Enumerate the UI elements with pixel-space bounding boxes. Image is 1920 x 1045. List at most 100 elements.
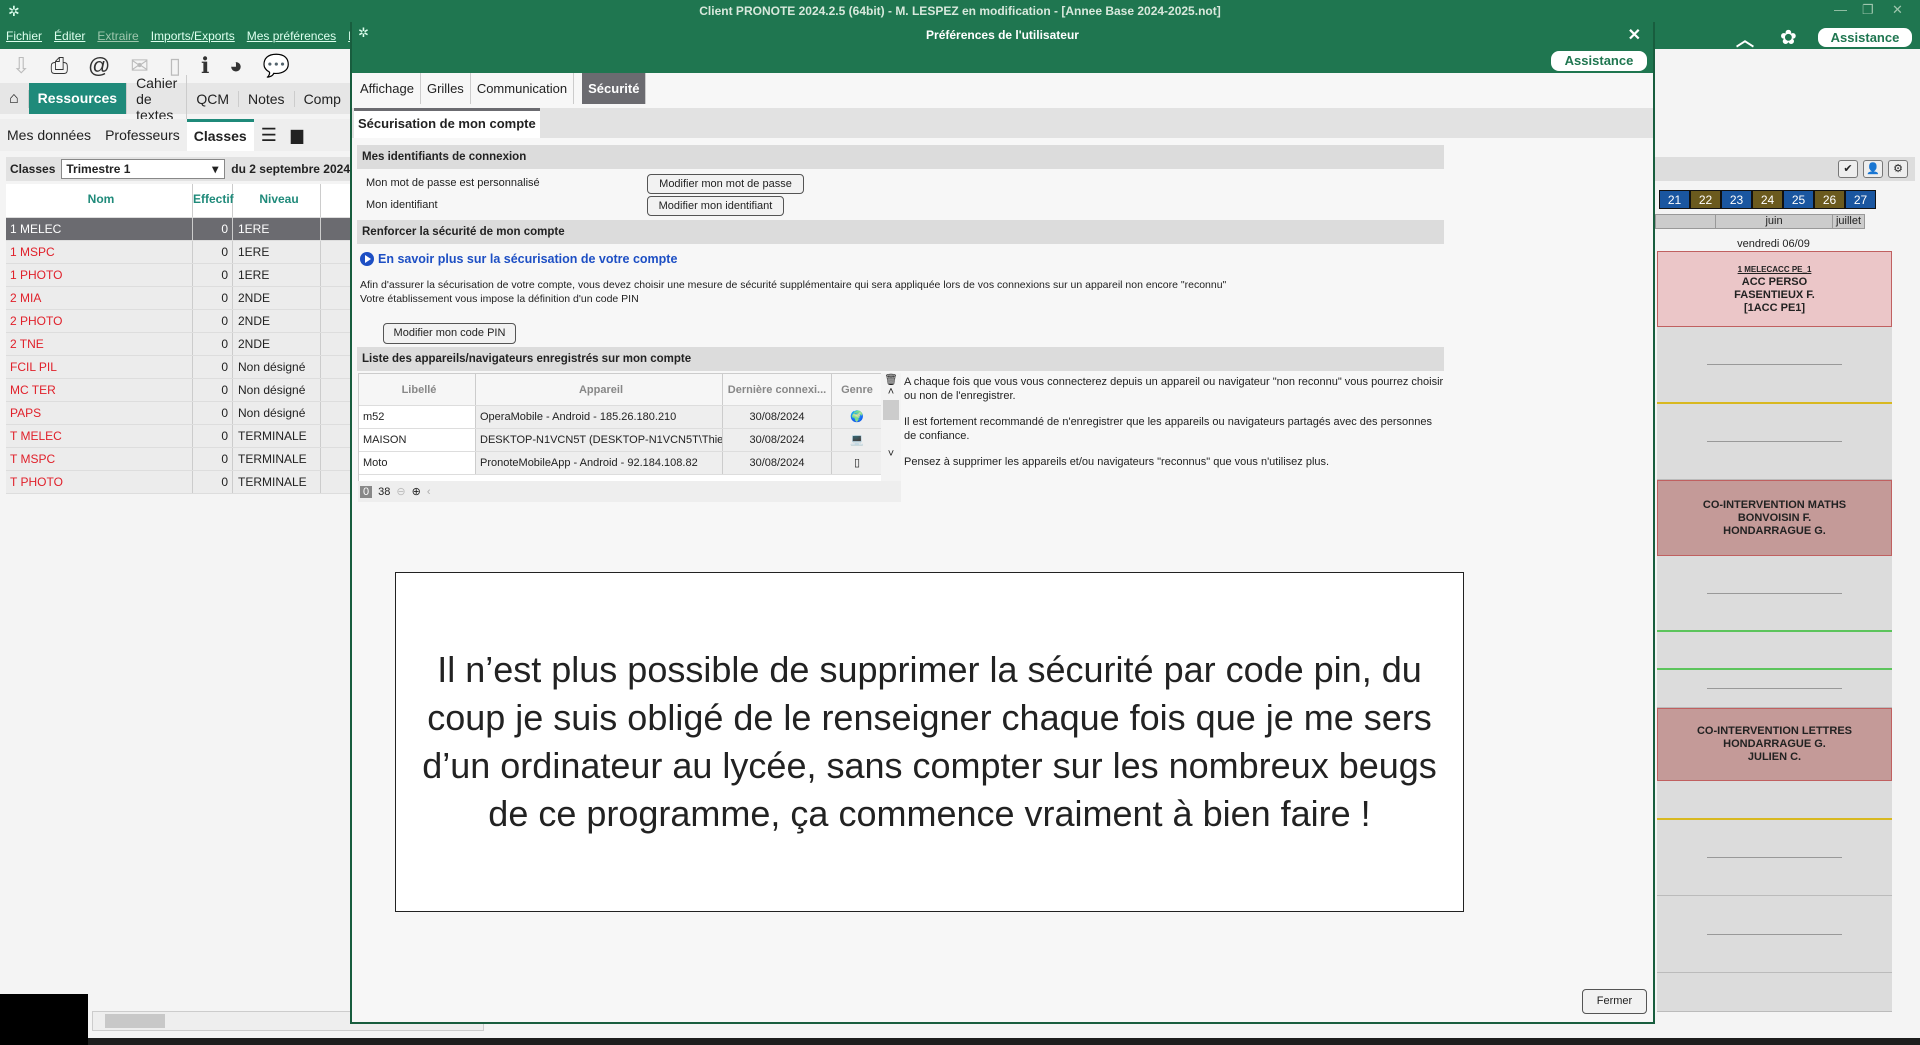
dialog-assistance-button[interactable]: Assistance xyxy=(1551,51,1647,71)
week-26[interactable]: 26 xyxy=(1814,190,1845,209)
course-block[interactable]: CO-INTERVENTION LETTRES HONDARRAGUE G. JUL… xyxy=(1657,708,1892,781)
empty-slot[interactable] xyxy=(1657,670,1892,708)
empty-slot[interactable] xyxy=(1657,973,1892,1012)
shirt-check-icon[interactable]: ✔ xyxy=(1838,160,1858,178)
tab-communication[interactable]: Communication xyxy=(471,73,575,104)
course-block[interactable]: CO-INTERVENTION MATHS BONVOISIN F. HONDARR… xyxy=(1657,480,1892,556)
table-row[interactable]: 2 PHOTO 0 2NDE xyxy=(6,310,350,333)
empty-slot[interactable] xyxy=(1657,556,1892,632)
class-name: MC TER xyxy=(6,379,193,401)
column-niveau[interactable]: Niveau xyxy=(233,184,321,217)
table-row[interactable]: m52 OperaMobile - Android - 185.26.180.21… xyxy=(359,406,900,429)
email-icon[interactable]: @ xyxy=(88,53,110,79)
butterfly-icon[interactable]: ✿ xyxy=(1780,25,1797,50)
column-appareil[interactable]: Appareil xyxy=(476,374,723,405)
table-row[interactable]: 1 MELEC 0 1ERE xyxy=(6,218,350,241)
folder-icon[interactable]: ▆ xyxy=(284,125,310,145)
tab-professeurs[interactable]: Professeurs xyxy=(98,127,187,143)
person-icon[interactable]: 👤 xyxy=(1863,160,1883,178)
tab-classes[interactable]: Classes xyxy=(186,119,254,151)
section-securisation[interactable]: Sécurisation de mon compte xyxy=(354,108,540,138)
learn-more-link[interactable]: En savoir plus sur la sécurisation de vo… xyxy=(360,252,677,266)
column-nom[interactable]: Nom xyxy=(6,184,193,217)
week-25[interactable]: 25 xyxy=(1783,190,1814,209)
table-row[interactable]: MC TER 0 Non désigné xyxy=(6,379,350,402)
table-row[interactable]: 2 TNE 0 2NDE xyxy=(6,333,350,356)
table-row[interactable]: T MELEC 0 TERMINALE xyxy=(6,425,350,448)
column-genre[interactable]: Genre xyxy=(832,374,882,405)
nav-cahier-de-textes[interactable]: Cahier de textes xyxy=(127,74,188,123)
empty-slot[interactable] xyxy=(1657,404,1892,480)
tab-grilles[interactable]: Grilles xyxy=(421,73,471,104)
table-row[interactable]: FCIL PIL 0 Non désigné xyxy=(6,356,350,379)
column-effectif[interactable]: Effectif xyxy=(193,184,234,217)
close-icon[interactable]: ✕ xyxy=(1628,25,1641,45)
pie-chart-icon[interactable]: ◕ xyxy=(229,53,242,79)
minimize-icon[interactable]: — xyxy=(1834,2,1847,17)
tab-mes-donnees[interactable]: Mes données xyxy=(0,127,98,143)
empty-slot[interactable] xyxy=(1657,327,1892,404)
table-row[interactable]: T MSPC 0 TERMINALE xyxy=(6,448,350,471)
table-row[interactable]: Moto PronoteMobileApp - Android - 92.184.… xyxy=(359,452,900,475)
class-name: T MELEC xyxy=(6,425,193,447)
column-libelle[interactable]: Libellé xyxy=(359,374,476,405)
week-22[interactable]: 22 xyxy=(1690,190,1721,209)
device-last-connection: 30/08/2024 xyxy=(723,452,832,474)
zoom-in-icon[interactable]: ⊕ xyxy=(412,485,421,498)
menu-importsexports[interactable]: Imports/Exports xyxy=(151,29,235,47)
zoom-out-icon[interactable]: ⊖ xyxy=(396,485,405,498)
week-27[interactable]: 27 xyxy=(1845,190,1876,209)
trash-icon[interactable]: 🗑 xyxy=(881,373,901,386)
month-juin: juin xyxy=(1716,215,1833,228)
menu-fichier[interactable]: Fichier xyxy=(6,29,42,47)
print-icon[interactable]: ⎙ xyxy=(50,53,68,79)
modify-identifier-button[interactable]: Modifier mon identifiant xyxy=(647,196,784,216)
week-24[interactable]: 24 xyxy=(1752,190,1783,209)
menu-diter[interactable]: Éditer xyxy=(54,29,85,47)
close-window-icon[interactable]: ✕ xyxy=(1892,2,1903,18)
scroll-down-icon[interactable]: ˅ xyxy=(881,448,901,460)
annotation-box: Il n’est plus possible de supprimer la s… xyxy=(395,572,1464,912)
course-line: HONDARRAGUE G. xyxy=(1723,738,1826,750)
week-23[interactable]: 23 xyxy=(1721,190,1752,209)
column-derniere-connexion[interactable]: Dernière connexi... xyxy=(723,374,832,405)
list-icon[interactable]: ☰ xyxy=(254,125,284,146)
settings-gear-icon[interactable]: ⚙ xyxy=(1888,160,1908,178)
table-row[interactable]: 1 PHOTO 0 1ERE xyxy=(6,264,350,287)
table-row[interactable]: 1 MSPC 0 1ERE xyxy=(6,241,350,264)
scroll-up-icon[interactable]: ˄ xyxy=(881,386,901,398)
menu-mesprfrences[interactable]: Mes préférences xyxy=(247,29,336,47)
table-row[interactable]: 2 MIA 0 2NDE xyxy=(6,287,350,310)
modify-pin-button[interactable]: Modifier mon code PIN xyxy=(383,323,516,344)
empty-slot[interactable] xyxy=(1657,781,1892,820)
table-row[interactable]: MAISON DESKTOP-N1VCN5T (DESKTOP-N1VCN5T\T… xyxy=(359,429,900,452)
nav-notes[interactable]: Notes xyxy=(239,90,295,107)
assistance-button[interactable]: Assistance xyxy=(1818,28,1912,47)
week-21[interactable]: 21 xyxy=(1659,190,1690,209)
empty-slot[interactable] xyxy=(1657,896,1892,973)
empty-slot[interactable] xyxy=(1657,632,1892,670)
period-select[interactable]: Trimestre 1 xyxy=(61,159,226,179)
course-block[interactable]: 1 MELECACC PE_1 ACC PERSO FASENTIEUX F. [1A… xyxy=(1657,251,1892,327)
tab-securite[interactable]: Sécurité xyxy=(582,73,647,104)
modify-password-button[interactable]: Modifier mon mot de passe xyxy=(647,174,804,194)
home-icon[interactable]: ⌂ xyxy=(0,89,29,108)
close-button[interactable]: Fermer xyxy=(1582,989,1647,1014)
empty-slot[interactable] xyxy=(1657,820,1892,896)
table-row[interactable]: PAPS 0 Non désigné xyxy=(6,402,350,425)
nav-qcm[interactable]: QCM xyxy=(187,90,239,107)
collapse-chevron-icon[interactable]: ︿ xyxy=(1736,26,1754,52)
taskbar xyxy=(88,1038,1920,1045)
menu-extraire[interactable]: Extraire xyxy=(97,29,138,47)
info-icon[interactable]: ℹ xyxy=(201,53,209,79)
table-row[interactable]: T PHOTO 0 TERMINALE xyxy=(6,471,350,494)
tab-affichage[interactable]: Affichage xyxy=(354,73,421,104)
learn-more-text[interactable]: En savoir plus sur la sécurisation de vo… xyxy=(378,252,677,266)
chat-icon[interactable]: 💬 xyxy=(263,53,290,79)
nav-ressources[interactable]: Ressources xyxy=(28,83,128,114)
class-niveau: TERMINALE xyxy=(233,448,321,470)
nav-competences[interactable]: Comp xyxy=(295,90,351,107)
scroll-left-icon[interactable]: ‹ xyxy=(427,486,431,498)
download-icon[interactable]: ⇩ xyxy=(12,53,30,79)
restore-icon[interactable]: ❐ xyxy=(1862,2,1874,18)
